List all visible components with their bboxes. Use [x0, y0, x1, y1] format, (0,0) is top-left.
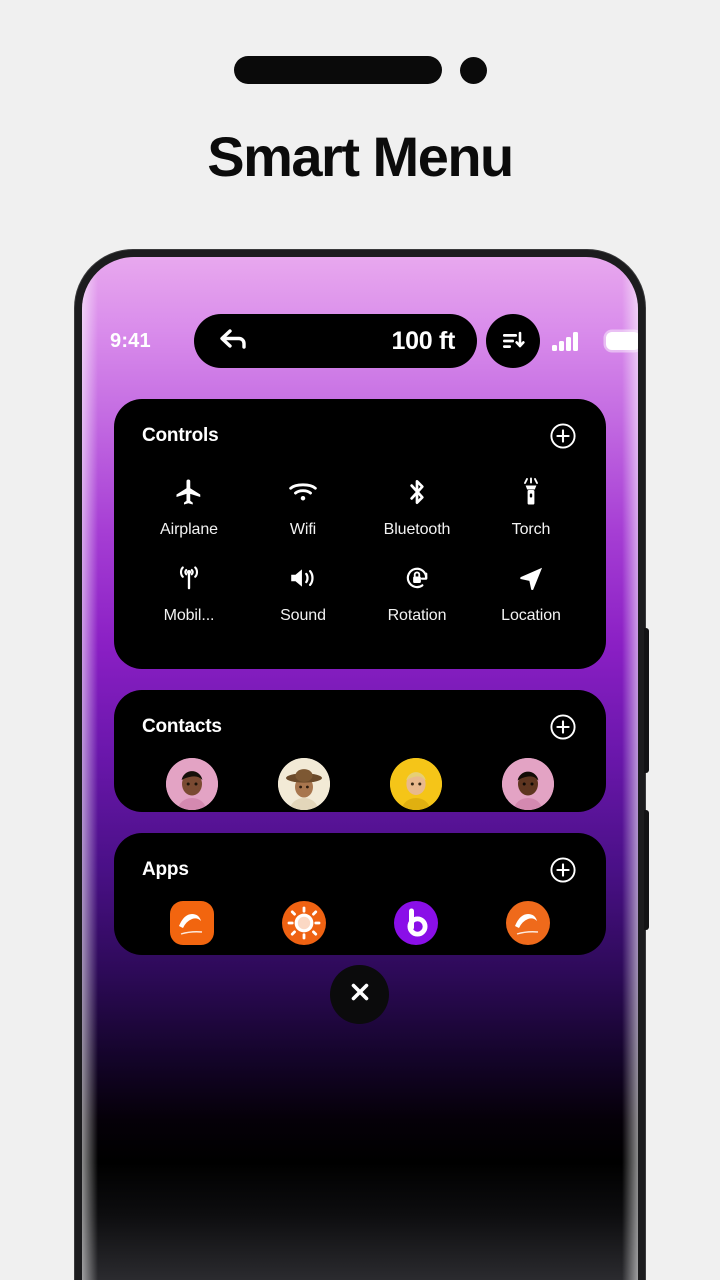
cell-tower-icon — [174, 563, 204, 593]
screen-edge-right — [622, 257, 638, 1280]
status-time: 9:41 — [110, 329, 151, 352]
wifi-icon — [288, 477, 318, 507]
panel-header-controls: Controls — [114, 399, 606, 451]
app-icon-sun-gear[interactable] — [282, 901, 326, 945]
app-icon-alibaba[interactable] — [170, 901, 214, 945]
page-title: Smart Menu — [207, 125, 514, 188]
control-label: Wifi — [289, 521, 317, 538]
airplane-icon — [174, 477, 204, 507]
control-label: Rotation — [387, 607, 447, 624]
speaker-volume-icon — [288, 563, 318, 593]
panel-header-apps: Apps — [114, 833, 606, 885]
app-icon-beats[interactable] — [394, 901, 438, 945]
turn-left-arrow-icon — [216, 325, 250, 358]
plus-circle-icon[interactable] — [548, 855, 578, 885]
phone-frame: 9:41 100 ft Controls Airplane Wifi Bluet… — [75, 250, 649, 1280]
control-location[interactable]: Location — [474, 563, 588, 625]
close-x-icon — [348, 980, 372, 1009]
control-torch[interactable]: Torch — [474, 477, 588, 539]
apps-row — [114, 885, 606, 945]
panel-title-apps: Apps — [142, 859, 189, 880]
front-camera-dot — [459, 56, 487, 84]
plus-circle-icon[interactable] — [548, 421, 578, 451]
control-label: Location — [501, 607, 561, 624]
battery-icon — [606, 332, 638, 350]
control-label: Airplane — [160, 521, 218, 538]
panel-title-controls: Controls — [142, 425, 219, 446]
contact-avatar-3[interactable] — [390, 758, 442, 810]
device-top-bar — [0, 56, 720, 84]
flashlight-icon — [518, 477, 544, 507]
control-sound[interactable]: Sound — [246, 563, 360, 625]
control-wifi[interactable]: Wifi — [246, 477, 360, 539]
phone-screen: 9:41 100 ft Controls Airplane Wifi Bluet… — [82, 257, 638, 1280]
navigation-pill[interactable]: 100 ft — [194, 314, 477, 368]
close-menu-button[interactable] — [330, 965, 389, 1024]
navigation-distance: 100 ft — [391, 326, 455, 355]
screen-edge-left — [82, 257, 98, 1280]
controls-grid: Airplane Wifi Bluetooth Torch Mobil... S… — [114, 451, 606, 625]
plus-circle-icon[interactable] — [548, 712, 578, 742]
control-bluetooth[interactable]: Bluetooth — [360, 477, 474, 539]
volume-button[interactable] — [644, 628, 649, 773]
rotation-lock-icon — [403, 563, 431, 593]
contact-avatar-4[interactable] — [502, 758, 554, 810]
panel-title-contacts: Contacts — [142, 716, 222, 737]
control-label: Torch — [511, 521, 551, 538]
bluetooth-icon — [404, 477, 430, 507]
contacts-row — [114, 742, 606, 810]
control-mobile-data[interactable]: Mobil... — [132, 563, 246, 625]
location-arrow-icon — [517, 563, 545, 593]
control-label: Sound — [280, 607, 326, 624]
cellular-signal-icon — [552, 331, 578, 351]
control-rotation[interactable]: Rotation — [360, 563, 474, 625]
app-icon-alibaba-2[interactable] — [506, 901, 550, 945]
contact-avatar-1[interactable] — [166, 758, 218, 810]
power-button[interactable] — [644, 810, 649, 930]
status-bar: 9:41 100 ft — [82, 313, 638, 369]
panel-header-contacts: Contacts — [114, 690, 606, 742]
control-label: Bluetooth — [383, 521, 451, 538]
sort-descending-icon[interactable] — [486, 314, 540, 368]
dynamic-island-pill — [233, 56, 442, 84]
panel-contacts: Contacts — [114, 690, 606, 812]
panel-controls: Controls Airplane Wifi Bluetooth Torch M… — [114, 399, 606, 669]
panel-apps: Apps — [114, 833, 606, 955]
control-airplane[interactable]: Airplane — [132, 477, 246, 539]
contact-avatar-2[interactable] — [278, 758, 330, 810]
control-label: Mobil... — [163, 607, 215, 624]
